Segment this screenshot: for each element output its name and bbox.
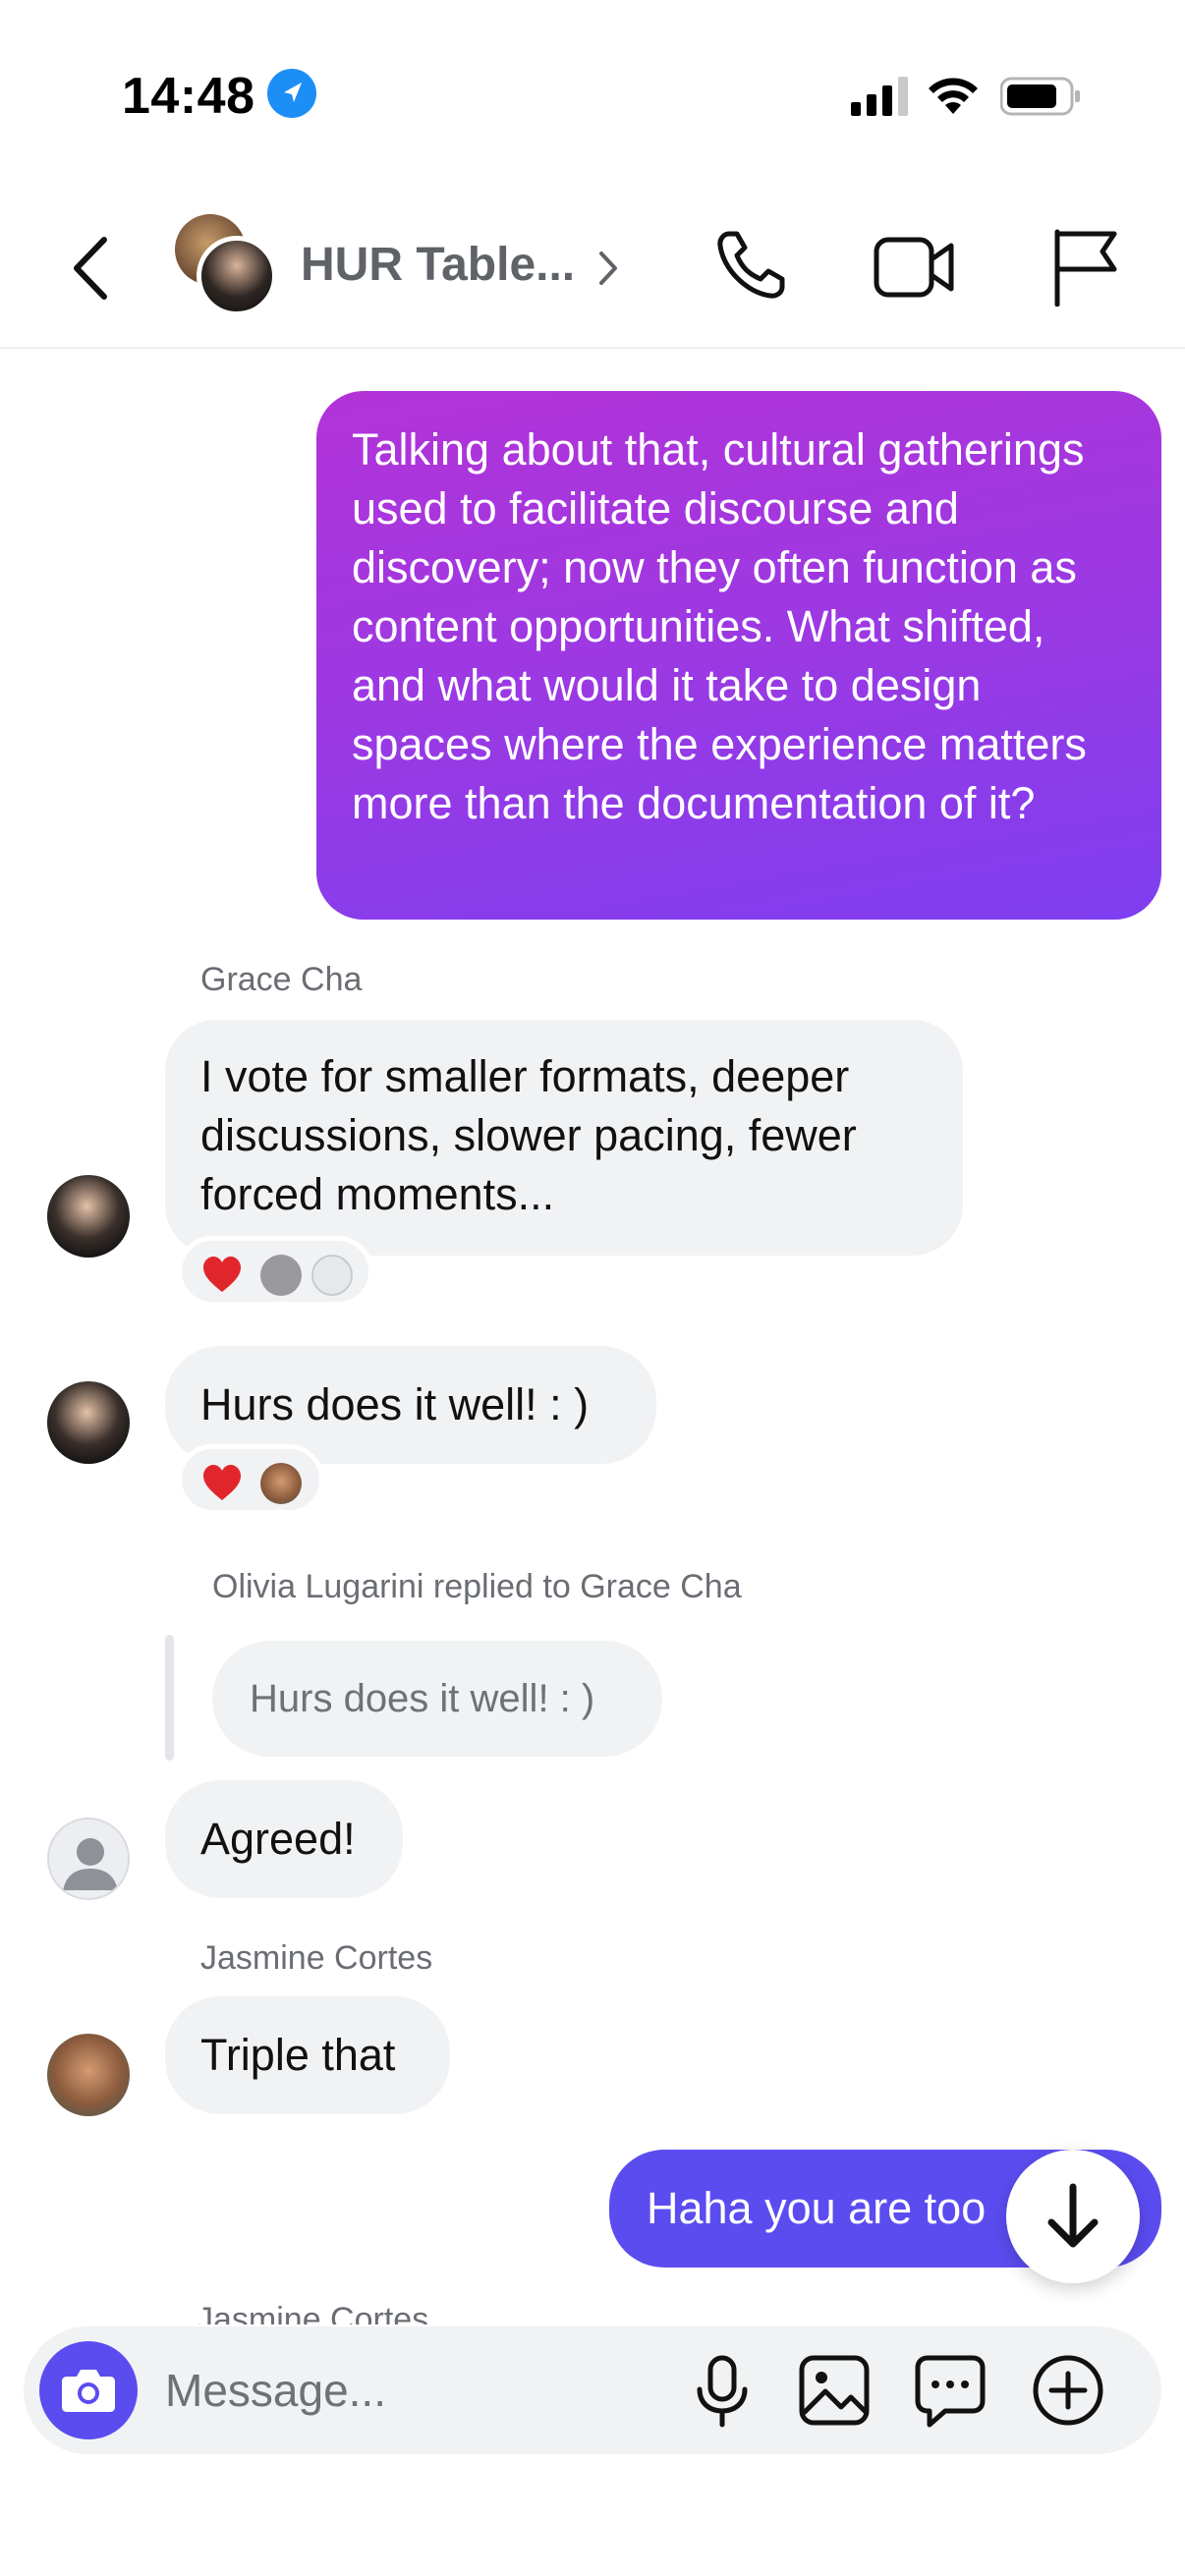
avatar[interactable] [47,1818,130,1900]
quoted-message[interactable]: Hurs does it well! : ) [212,1641,662,1757]
message-text: Agreed! [200,1814,356,1864]
heart-icon [203,1465,241,1500]
chat-bubble-icon[interactable] [912,2352,988,2429]
arrow-down-icon [1047,2183,1099,2248]
back-chevron-icon[interactable] [67,234,116,303]
reactions-pill[interactable] [177,1444,324,1515]
message-text: Talking about that, cultural gatherings … [352,424,1087,828]
avatar[interactable] [47,1381,130,1464]
incoming-message[interactable]: Agreed! [165,1780,403,1898]
incoming-message[interactable]: I vote for smaller formats, deeper discu… [165,1020,963,1256]
sender-name: Grace Cha [200,961,363,998]
group-avatar[interactable] [175,214,283,322]
outgoing-message[interactable]: Talking about that, cultural gatherings … [316,391,1161,920]
sender-name: Jasmine Cortes [200,1939,433,1977]
reactor-avatar [260,1255,302,1296]
reactor-avatar [260,1463,302,1504]
incoming-message[interactable]: Triple that [165,1996,450,2114]
home-indicator-area [0,2454,1185,2576]
status-bar: 14:48 [0,0,1185,187]
chat-title[interactable]: HUR Table... [301,238,575,292]
message-text: Triple that [200,2030,396,2080]
phone-icon[interactable] [711,226,790,305]
reply-indicator [165,1635,174,1761]
sender-name: Jasmine Cortes [197,2301,429,2324]
video-camera-icon[interactable] [873,230,957,305]
wifi-icon [929,78,978,114]
message-text: Haha you are too [647,2183,987,2233]
chevron-right-icon[interactable] [593,246,623,291]
plus-circle-icon[interactable] [1030,2352,1106,2429]
message-input[interactable] [165,2356,676,2425]
member-avatar [197,236,277,316]
battery-icon [1000,77,1080,116]
location-arrow-icon [267,69,316,118]
reactor-avatar [311,1255,353,1296]
reply-note: Olivia Lugarini replied to Grace Cha [212,1568,742,1605]
person-icon [63,1838,118,1890]
flag-icon[interactable] [1049,226,1120,307]
quoted-text: Hurs does it well! : ) [250,1677,595,1720]
reactions-pill[interactable] [177,1236,373,1307]
avatar[interactable] [47,1175,130,1258]
heart-icon [203,1257,241,1292]
microphone-icon[interactable] [684,2352,761,2431]
camera-button[interactable] [39,2341,138,2439]
scroll-to-bottom-button[interactable] [1006,2150,1140,2283]
avatar[interactable] [47,2034,130,2116]
image-icon[interactable] [796,2352,873,2429]
signal-icon [851,77,908,116]
message-composer [24,2326,1161,2454]
camera-icon [62,2370,115,2412]
message-text: I vote for smaller formats, deeper discu… [200,1051,857,1219]
chat-header: HUR Table... [0,187,1185,349]
status-time: 14:48 [122,68,255,125]
message-text: Hurs does it well! : ) [200,1379,590,1429]
